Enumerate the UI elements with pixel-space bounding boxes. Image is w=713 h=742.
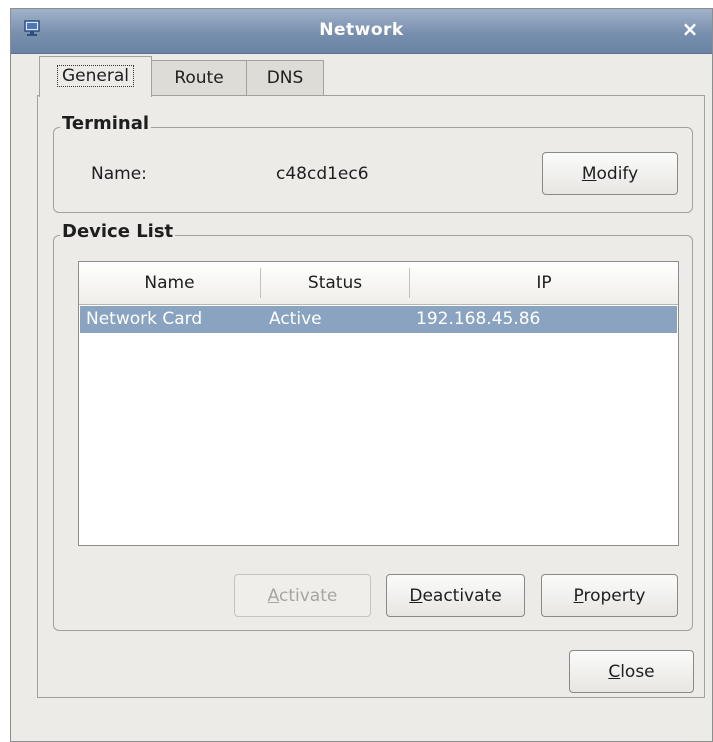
close-button[interactable]: Close [569,650,694,693]
modify-button[interactable]: Modify [542,152,678,195]
row-name-cell: Network Card [86,309,203,329]
terminal-name-value: c48cd1ec6 [276,164,369,184]
column-header-ip[interactable]: IP [410,262,678,304]
table-row[interactable]: Network Card Active 192.168.45.86 [80,306,677,333]
tab-general-label: General [57,65,134,87]
row-ip-cell: 192.168.45.86 [416,309,541,329]
column-header-name[interactable]: Name [79,262,260,304]
network-dialog: Network × General Route DNS Terminal Nam… [10,8,713,742]
tab-route[interactable]: Route [151,60,247,96]
device-list-table[interactable]: Name Status IP Network Card Active 192.1… [78,261,679,546]
device-list-legend: Device List [60,221,176,242]
title-bar[interactable]: Network × [11,9,712,54]
row-status-cell: Active [269,309,322,329]
property-button[interactable]: Property [541,574,678,617]
column-header-status[interactable]: Status [261,262,409,304]
tab-dns[interactable]: DNS [246,60,324,96]
close-icon[interactable]: × [678,17,702,41]
activate-button[interactable]: Activate [234,574,371,617]
window-title: Network [319,20,404,40]
table-header: Name Status IP [79,262,678,305]
tab-route-label: Route [174,68,224,88]
terminal-name-label: Name: [91,164,147,184]
tab-general[interactable]: General [39,56,152,97]
terminal-legend: Terminal [60,113,152,134]
deactivate-button[interactable]: Deactivate [386,574,525,617]
tab-dns-label: DNS [266,68,304,88]
